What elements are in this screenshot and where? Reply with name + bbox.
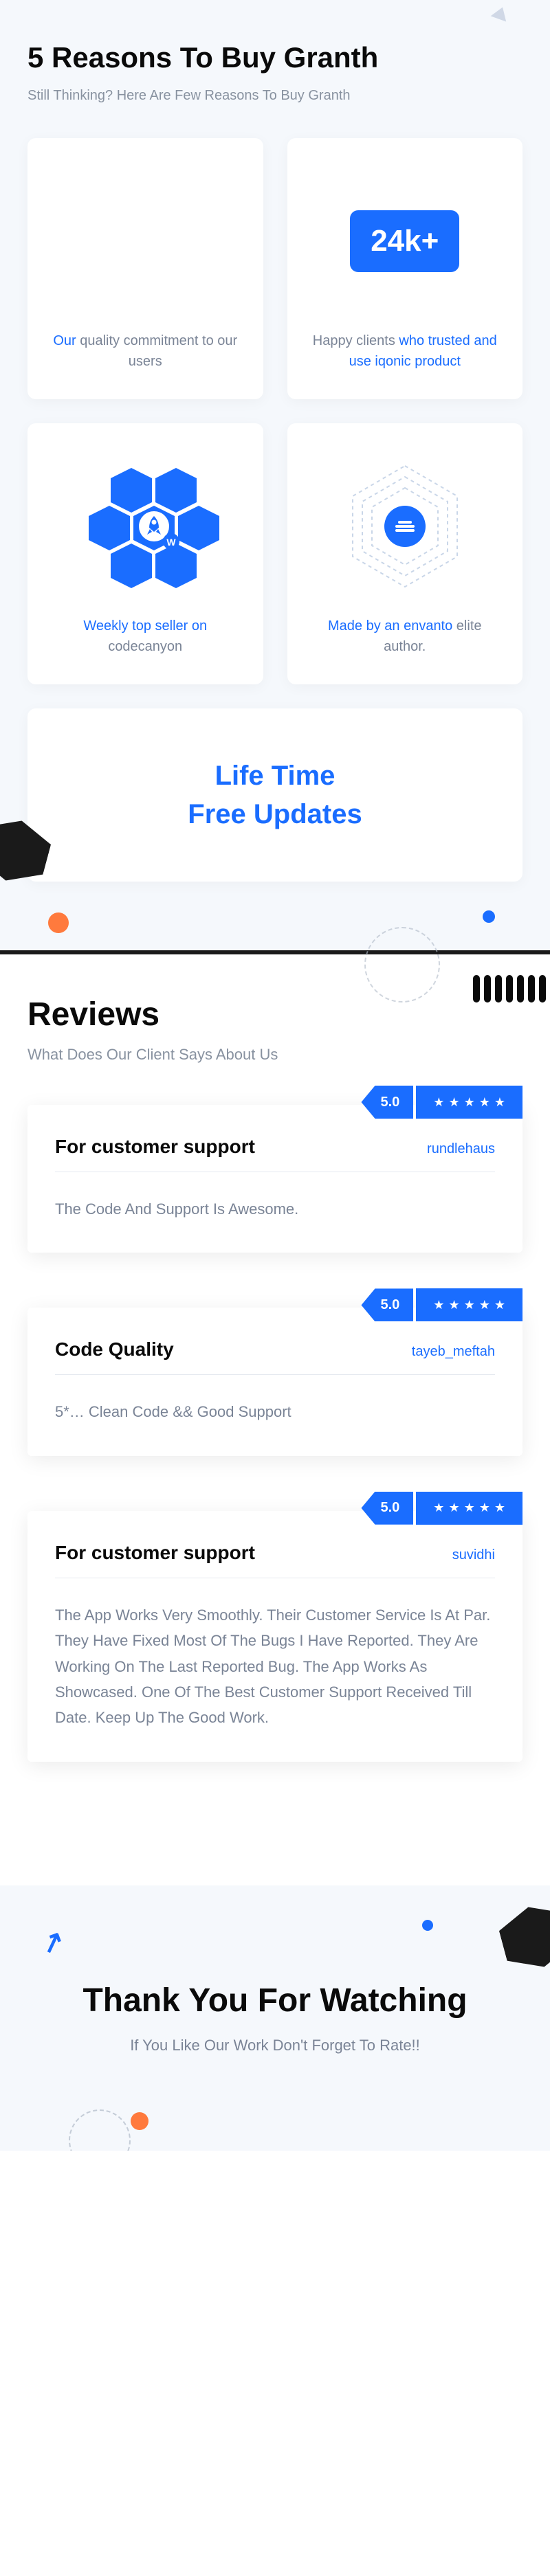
- star-icon: ★: [433, 1501, 444, 1515]
- decor-cube: [495, 1898, 550, 1975]
- rating-value: 5.0: [361, 1288, 413, 1321]
- decor-dot-blue: [483, 910, 495, 923]
- reviews-section: Reviews What Does Our Client Says About …: [0, 950, 550, 1885]
- review-header: Code Quality tayeb_meftah: [55, 1339, 495, 1375]
- review-category: For customer support: [55, 1136, 255, 1158]
- review-body: The Code And Support Is Awesome.: [55, 1196, 495, 1222]
- rating-stars: ★ ★ ★ ★ ★: [416, 1492, 522, 1525]
- badge-24k: 24k+: [350, 210, 459, 272]
- reviews-subtitle: What Does Our Client Says About Us: [28, 1046, 522, 1064]
- star-icon: ★: [464, 1298, 475, 1312]
- card-text: Our quality commitment to our users: [48, 331, 243, 372]
- star-icon: ★: [479, 1501, 490, 1515]
- rating-badge: 5.0 ★ ★ ★ ★ ★: [361, 1288, 522, 1321]
- review-author: rundlehaus: [427, 1141, 495, 1157]
- reason-card-updates: Life Time Free Updates: [28, 708, 522, 882]
- highlight: Made by an envanto: [328, 618, 452, 634]
- reasons-title: 5 Reasons To Buy Granth: [28, 41, 522, 74]
- star-icon: ★: [494, 1298, 505, 1312]
- wide-card-text: Life Time Free Updates: [48, 757, 502, 833]
- reason-card-elite: Made by an envanto elite author.: [287, 423, 523, 684]
- decor-triangle: [491, 4, 511, 21]
- star-icon: ★: [464, 1095, 475, 1110]
- star-icon: ★: [433, 1298, 444, 1312]
- thanks-subtitle: If You Like Our Work Don't Forget To Rat…: [28, 2037, 522, 2054]
- reason-card-quality: #1 Our quality commitment to our users: [28, 138, 263, 399]
- reviews-list: 5.0 ★ ★ ★ ★ ★ For customer support rundlehaus Th…: [28, 1105, 522, 1762]
- review-body: The App Works Very Smoothly. Their Custo…: [55, 1602, 495, 1731]
- review-author: tayeb_meftah: [412, 1344, 495, 1360]
- star-icon: ★: [494, 1095, 505, 1110]
- rest-text: quality commitment to our users: [76, 333, 238, 369]
- rating-value: 5.0: [361, 1492, 413, 1525]
- thanks-title: Thank You For Watching: [28, 1982, 522, 2019]
- reason-card-topseller: W Weekly top seller on codecanyon: [28, 423, 263, 684]
- reasons-subtitle: Still Thinking? Here Are Few Reasons To …: [28, 88, 522, 104]
- decor-dashed-circle: [69, 2109, 131, 2151]
- review-card: 5.0★★★★★Code Qualitytayeb_meftah5*… Clea…: [28, 1308, 522, 1455]
- card-text: Made by an envanto elite author.: [308, 616, 503, 657]
- review-card: 5.0★★★★★For customer supportsuvidhiThe A…: [28, 1511, 522, 1762]
- review-category: Code Quality: [55, 1339, 174, 1360]
- line2: Free Updates: [48, 795, 502, 833]
- reason-card-clients: 24k+ Happy clients who trusted and use i…: [287, 138, 523, 399]
- review-header: For customer support rundlehaus: [55, 1136, 495, 1172]
- decor-dot-blue: [422, 1920, 433, 1931]
- hexagon-rocket-icon: W: [69, 458, 221, 595]
- star-icon: ★: [479, 1095, 490, 1110]
- reasons-section: 5 Reasons To Buy Granth Still Thinking? …: [0, 0, 550, 950]
- review-card: 5.0★★★★★For customer supportrundlehausTh…: [28, 1105, 522, 1253]
- svg-text:W: W: [167, 537, 177, 548]
- rest-text: codecanyon: [108, 639, 182, 654]
- decor-dot-orange: [131, 2112, 148, 2130]
- star-icon: ★: [479, 1298, 490, 1312]
- review-body: 5*… Clean Code && Good Support: [55, 1399, 495, 1424]
- star-icon: ★: [448, 1501, 459, 1515]
- decor-arrow: ↗: [36, 1923, 69, 1961]
- clients-badge-icon: 24k+: [350, 172, 459, 310]
- card-text: Happy clients who trusted and use iqonic…: [308, 331, 503, 372]
- line1: Life Time: [48, 757, 502, 795]
- star-icon: ★: [448, 1095, 459, 1110]
- star-icon: ★: [448, 1298, 459, 1312]
- highlight: Our: [53, 333, 76, 348]
- reviews-title: Reviews: [28, 996, 522, 1033]
- rating-stars: ★ ★ ★ ★ ★: [416, 1288, 522, 1321]
- review-author: suvidhi: [452, 1547, 495, 1563]
- rating-stars: ★ ★ ★ ★ ★: [416, 1086, 522, 1119]
- reasons-grid: #1 Our quality commitment to our users 2…: [28, 138, 522, 684]
- review-header: For customer support suvidhi: [55, 1542, 495, 1578]
- rating-badge: 5.0 ★ ★ ★ ★ ★: [361, 1492, 522, 1525]
- star-icon: ★: [464, 1501, 475, 1515]
- decor-bars: [473, 975, 550, 1003]
- prefix-text: Happy clients: [313, 333, 399, 348]
- rating-badge: 5.0 ★ ★ ★ ★ ★: [361, 1086, 522, 1119]
- star-icon: ★: [433, 1095, 444, 1110]
- review-category: For customer support: [55, 1542, 255, 1564]
- decor-dashed-circle: [364, 927, 440, 1003]
- card-text: Weekly top seller on codecanyon: [48, 616, 243, 657]
- decor-dot-orange: [48, 912, 69, 933]
- thanks-section: ↗ Thank You For Watching If You Like Our…: [0, 1885, 550, 2151]
- hexagon-author-icon: [336, 458, 474, 595]
- rating-value: 5.0: [361, 1086, 413, 1119]
- star-icon: ★: [494, 1501, 505, 1515]
- highlight: Weekly top seller on: [83, 618, 207, 634]
